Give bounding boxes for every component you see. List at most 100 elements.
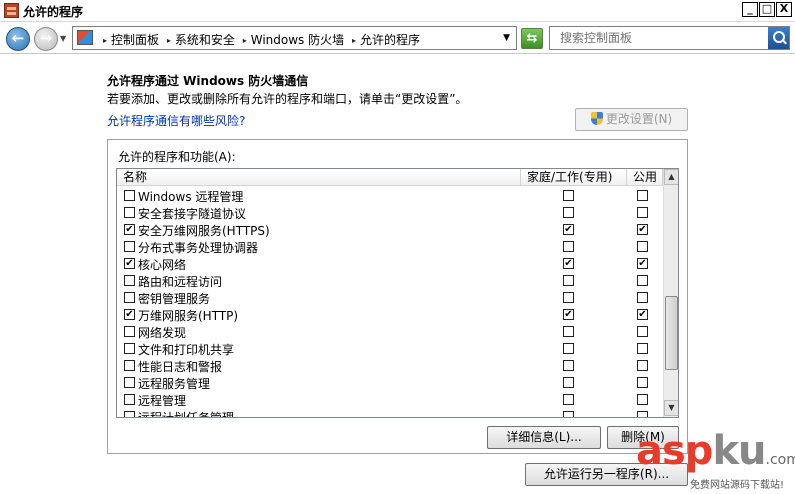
home-work-checkbox[interactable] [563, 394, 574, 405]
program-enabled-checkbox[interactable] [124, 360, 135, 371]
program-enabled-checkbox[interactable] [124, 207, 135, 218]
breadcrumb-item-control-panel[interactable]: 控制面板 [111, 33, 159, 47]
control-panel-icon [77, 30, 93, 45]
public-checkbox[interactable]: ✔ [637, 309, 648, 320]
details-button[interactable]: 详细信息(L)... [487, 426, 601, 449]
program-enabled-checkbox[interactable] [124, 343, 135, 354]
column-header-home-work[interactable]: 家庭/工作(专用) [521, 169, 627, 186]
close-button[interactable]: X [776, 2, 792, 17]
public-checkbox[interactable] [637, 377, 648, 388]
program-enabled-checkbox[interactable] [124, 394, 135, 405]
table-row[interactable]: 分布式事务处理协调器 [117, 238, 663, 255]
program-enabled-checkbox[interactable] [124, 190, 135, 201]
table-row[interactable]: ✔ 万维网服务(HTTP) ✔ ✔ [117, 306, 663, 323]
program-name: 远程管理 [138, 394, 187, 408]
breadcrumb-item-system-security[interactable]: 系统和安全 [175, 33, 235, 47]
refresh-button[interactable]: ⇆ [521, 28, 543, 49]
column-header-public[interactable]: 公用 [627, 169, 663, 186]
home-work-checkbox[interactable]: ✔ [563, 258, 574, 269]
table-row[interactable]: 远程管理 [117, 391, 663, 408]
home-work-checkbox[interactable]: ✔ [563, 309, 574, 320]
maximize-button[interactable]: □ [759, 2, 775, 17]
public-checkbox[interactable] [637, 360, 648, 371]
table-row[interactable]: 密钥管理服务 [117, 289, 663, 306]
risk-help-link[interactable]: 允许程序通信有哪些风险? [107, 112, 245, 129]
page-title: 允许程序通过 Windows 防火墙通信 [107, 74, 309, 88]
public-checkbox[interactable] [637, 411, 648, 417]
home-work-checkbox[interactable] [563, 207, 574, 218]
back-button[interactable]: ← [6, 27, 30, 51]
program-name: 性能日志和警报 [138, 360, 223, 374]
program-enabled-checkbox[interactable]: ✔ [124, 224, 135, 235]
public-checkbox[interactable] [637, 343, 648, 354]
navigation-bar: ← → ▼ ▸ 控制面板 ▸ 系统和安全 ▸ Windows 防火墙 ▸ 允许的程序 ▼… [0, 22, 795, 54]
program-enabled-checkbox[interactable] [124, 292, 135, 303]
program-name: 核心网络 [138, 258, 187, 272]
scroll-down-icon[interactable]: ▼ [664, 400, 678, 416]
public-checkbox[interactable] [637, 190, 648, 201]
program-name: 文件和打印机共享 [138, 343, 235, 357]
home-work-checkbox[interactable] [563, 377, 574, 388]
programs-list: 名称 家庭/工作(专用) 公用 Windows 远程管理 安全套接字隧道协议 ✔ 安全… [116, 168, 679, 418]
public-checkbox[interactable]: ✔ [637, 258, 648, 269]
table-row[interactable]: Windows 远程管理 [117, 187, 663, 204]
table-row[interactable]: 路由和远程访问 [117, 272, 663, 289]
table-row[interactable]: 远程计划任务管理 [117, 408, 663, 417]
home-work-checkbox[interactable] [563, 343, 574, 354]
public-checkbox[interactable] [637, 275, 648, 286]
table-row[interactable]: ✔ 核心网络 ✔ ✔ [117, 255, 663, 272]
list-header: 名称 家庭/工作(专用) 公用 [117, 169, 663, 186]
program-name: 安全套接字隧道协议 [138, 207, 247, 221]
scrollbar[interactable]: ▲ ▼ [663, 169, 678, 417]
home-work-checkbox[interactable] [563, 292, 574, 303]
history-dropdown-icon[interactable]: ▼ [60, 34, 66, 43]
public-checkbox[interactable]: ✔ [637, 224, 648, 235]
program-name: 安全万维网服务(HTTPS) [138, 224, 270, 238]
home-work-checkbox[interactable] [563, 360, 574, 371]
program-enabled-checkbox[interactable]: ✔ [124, 258, 135, 269]
address-bar[interactable]: ▸ 控制面板 ▸ 系统和安全 ▸ Windows 防火墙 ▸ 允许的程序 ▼ [72, 26, 517, 50]
forward-button[interactable]: → [34, 27, 58, 51]
home-work-checkbox[interactable] [563, 275, 574, 286]
program-enabled-checkbox[interactable] [124, 411, 135, 417]
program-name: 远程服务管理 [138, 377, 211, 391]
public-checkbox[interactable] [637, 326, 648, 337]
public-checkbox[interactable] [637, 207, 648, 218]
scroll-up-icon[interactable]: ▲ [664, 169, 678, 185]
scroll-thumb[interactable] [665, 296, 678, 370]
public-checkbox[interactable] [637, 292, 648, 303]
search-icon[interactable] [768, 27, 789, 49]
breadcrumb: ▸ 控制面板 ▸ 系统和安全 ▸ Windows 防火墙 ▸ 允许的程序 [103, 33, 420, 47]
home-work-checkbox[interactable] [563, 411, 574, 417]
search-input[interactable] [550, 27, 768, 49]
program-enabled-checkbox[interactable] [124, 377, 135, 388]
watermark-logo: aspku.com [636, 428, 795, 474]
program-enabled-checkbox[interactable] [124, 241, 135, 252]
table-row[interactable]: 网络发现 [117, 323, 663, 340]
table-row[interactable]: 远程服务管理 [117, 374, 663, 391]
table-row[interactable]: 性能日志和警报 [117, 357, 663, 374]
home-work-checkbox[interactable] [563, 241, 574, 252]
public-checkbox[interactable] [637, 241, 648, 252]
uac-shield-icon [590, 112, 603, 125]
public-checkbox[interactable] [637, 394, 648, 405]
firewall-icon [4, 3, 19, 18]
allowed-programs-group: 允许的程序和功能(A): 名称 家庭/工作(专用) 公用 Windows 远程管… [107, 139, 688, 454]
program-name: 路由和远程访问 [138, 275, 223, 289]
column-header-name[interactable]: 名称 [117, 169, 521, 186]
table-row[interactable]: ✔ 安全万维网服务(HTTPS) ✔ ✔ [117, 221, 663, 238]
breadcrumb-item-allowed-programs[interactable]: 允许的程序 [360, 33, 420, 47]
minimize-button[interactable]: _ [742, 2, 758, 17]
home-work-checkbox[interactable] [563, 326, 574, 337]
program-enabled-checkbox[interactable] [124, 326, 135, 337]
change-settings-button[interactable]: 更改设置(N) [575, 108, 688, 131]
program-enabled-checkbox[interactable] [124, 275, 135, 286]
program-enabled-checkbox[interactable]: ✔ [124, 309, 135, 320]
table-row[interactable]: 安全套接字隧道协议 [117, 204, 663, 221]
home-work-checkbox[interactable]: ✔ [563, 224, 574, 235]
table-row[interactable]: 文件和打印机共享 [117, 340, 663, 357]
home-work-checkbox[interactable] [563, 190, 574, 201]
address-dropdown-icon[interactable]: ▼ [503, 33, 510, 43]
page-description: 若要添加、更改或删除所有允许的程序和端口，请单击“更改设置”。 [107, 92, 468, 106]
breadcrumb-item-firewall[interactable]: Windows 防火墙 [251, 33, 344, 47]
